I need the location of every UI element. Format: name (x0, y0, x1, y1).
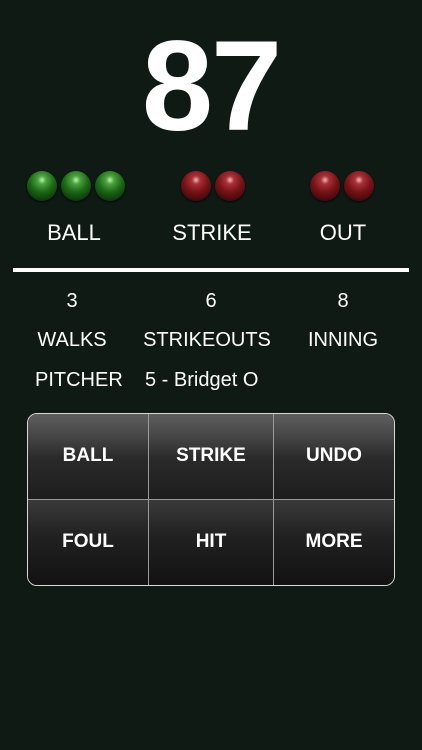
ball-light-2 (61, 171, 91, 201)
pitcher-name[interactable]: 5 - Bridget O (145, 368, 258, 392)
pitcher-label: PITCHER (35, 369, 123, 391)
out-count-label: OUT (319, 220, 367, 245)
strike-count-label: STRIKE (172, 220, 252, 245)
out-light-1 (310, 171, 340, 201)
inning-label: INNING (308, 329, 378, 351)
strike-light-1 (181, 171, 211, 201)
strikeouts-value: 6 (205, 290, 217, 312)
strike-light-2 (215, 171, 245, 201)
divider (13, 268, 409, 272)
ball-button[interactable]: BALL (28, 414, 149, 500)
walks-label: WALKS (37, 329, 107, 351)
ball-light-3 (95, 171, 125, 201)
pitch-count: 87 (141, 15, 282, 158)
undo-button[interactable]: UNDO (274, 414, 394, 500)
out-light-2 (344, 171, 374, 201)
strikeouts-label: STRIKEOUTS (143, 329, 271, 351)
strike-button[interactable]: STRIKE (149, 414, 274, 500)
hit-button[interactable]: HIT (149, 499, 274, 585)
more-button[interactable]: MORE (274, 499, 394, 585)
pitch-button-pad: BALL STRIKE UNDO FOUL HIT MORE (27, 413, 395, 586)
ball-count-label: BALL (47, 220, 101, 245)
inning-value: 8 (337, 290, 349, 312)
walks-value: 3 (66, 290, 78, 312)
foul-button[interactable]: FOUL (28, 499, 149, 585)
ball-light-1 (27, 171, 57, 201)
